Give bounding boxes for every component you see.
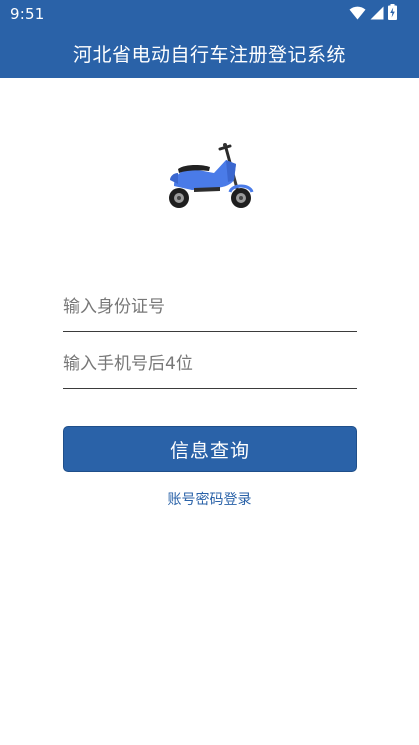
electric-scooter-icon (164, 140, 256, 210)
phone-last4-input[interactable] (63, 354, 357, 374)
wifi-icon (349, 5, 366, 24)
status-icons (349, 4, 397, 24)
signal-icon (370, 5, 384, 24)
status-time: 9:51 (10, 5, 45, 23)
app-bar: 河北省电动自行车注册登记系统 (0, 28, 419, 78)
id-number-input[interactable] (63, 297, 357, 317)
account-password-login-link[interactable]: 账号密码登录 (0, 489, 419, 509)
info-query-button[interactable]: 信息查询 (63, 426, 357, 472)
page-title: 河北省电动自行车注册登记系统 (72, 43, 346, 66)
battery-charging-icon (388, 4, 397, 24)
id-number-field[interactable] (63, 283, 357, 332)
status-bar: 9:51 (0, 0, 419, 28)
phone-last4-field[interactable] (63, 340, 357, 389)
